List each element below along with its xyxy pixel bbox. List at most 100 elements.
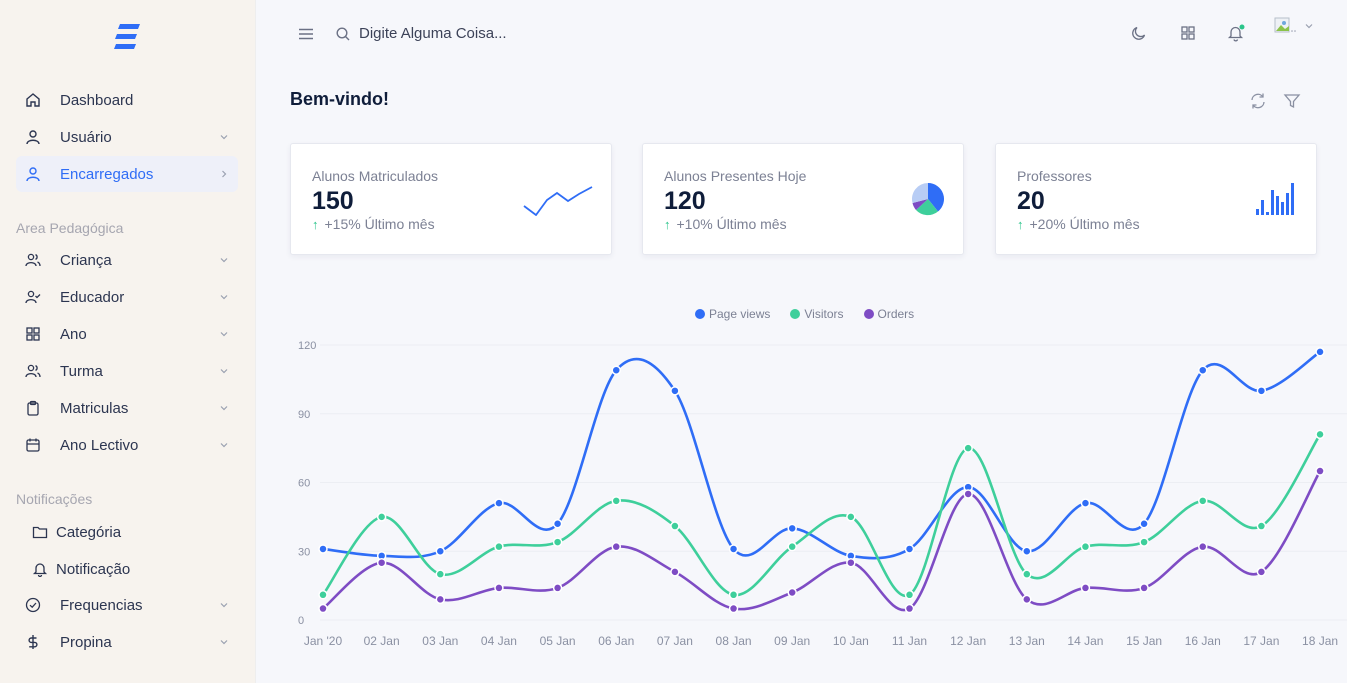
card-delta-text: +10% Último mês: [676, 216, 787, 232]
sidebar-item-propina[interactable]: Propina: [16, 624, 238, 660]
chevron-down-icon: [220, 406, 228, 411]
data-point: [787, 523, 797, 534]
data-point: [1256, 386, 1267, 396]
x-tick-label: 10 Jan: [833, 634, 869, 648]
sidebar-item-turma[interactable]: Turma: [16, 353, 238, 389]
data-point: [494, 583, 504, 593]
data-point: [1198, 365, 1208, 375]
sidebar-item-label: Propina: [60, 633, 112, 651]
data-point: [376, 512, 387, 522]
x-tick-label: 16 Jan: [1185, 634, 1221, 648]
sidebar-item-usuario[interactable]: Usuário: [16, 119, 238, 155]
chevron-down-icon: [220, 295, 228, 300]
sidebar-item-label: Ano: [60, 325, 87, 343]
data-point: [318, 590, 328, 600]
data-point: [1080, 583, 1091, 593]
filter-icon[interactable]: [1282, 91, 1302, 111]
arrow-up-icon: ↑: [1017, 216, 1024, 232]
stat-card-matriculados[interactable]: Alunos Matriculados 150 ↑ +15% Último mês: [290, 143, 612, 255]
data-point: [670, 386, 680, 396]
search-icon: [333, 24, 353, 44]
data-point: [1198, 541, 1208, 552]
sidebar-item-encarregados[interactable]: Encarregados: [16, 156, 238, 192]
data-point: [611, 365, 621, 375]
sidebar-item-label: Ano Lectivo: [60, 436, 139, 454]
y-tick-label: 0: [298, 615, 304, 627]
user-check-icon: [24, 288, 42, 306]
data-point: [846, 512, 856, 522]
data-point: [1256, 567, 1267, 577]
x-tick-label: 12 Jan: [950, 634, 986, 648]
chevron-down-icon[interactable]: [1302, 16, 1316, 36]
data-point: [1022, 594, 1032, 605]
chevron-down-icon: [220, 443, 228, 448]
data-point: [1315, 347, 1325, 357]
chevron-down-icon: [220, 603, 228, 608]
card-delta-text: +20% Último mês: [1029, 216, 1140, 232]
section-title-pedagogica: Area Pedagógica: [16, 220, 124, 236]
x-tick-label: 15 Jan: [1126, 634, 1162, 648]
x-tick-label: 03 Jan: [422, 634, 458, 648]
refresh-icon[interactable]: [1248, 91, 1268, 111]
data-point: [1139, 519, 1149, 529]
avatar[interactable]: [1274, 16, 1302, 36]
grid-icon: [24, 325, 42, 343]
sidebar-item-label: Educador: [60, 288, 125, 306]
x-tick-label: 02 Jan: [364, 634, 400, 648]
chevron-right-icon: [222, 170, 227, 178]
sidebar-item-matriculas[interactable]: Matriculas: [16, 390, 238, 426]
sidebar-item-ano-lectivo[interactable]: Ano Lectivo: [16, 427, 238, 463]
data-point: [1022, 569, 1032, 579]
folder-icon: [32, 524, 48, 540]
apps-icon[interactable]: [1178, 23, 1198, 43]
data-point: [670, 567, 680, 577]
data-point: [846, 557, 856, 568]
stat-card-professores[interactable]: Professores 20 ↑ +20% Último mês: [995, 143, 1317, 255]
sidebar-item-educador[interactable]: Educador: [16, 279, 238, 315]
menu-icon[interactable]: [296, 24, 316, 44]
data-point: [435, 546, 446, 556]
data-point: [1080, 498, 1091, 508]
home-icon: [24, 91, 42, 109]
search-input[interactable]: Digite Alguma Coisa...: [359, 25, 507, 42]
sidebar-item-crianca[interactable]: Criança: [16, 242, 238, 278]
user-icon: [24, 165, 42, 183]
sidebar-item-label: Categória: [56, 523, 122, 541]
sidebar-item-frequencias[interactable]: Frequencias: [16, 587, 238, 623]
x-tick-label: 04 Jan: [481, 634, 517, 648]
data-point: [552, 519, 563, 529]
sidebar-item-ano[interactable]: Ano: [16, 316, 238, 352]
calendar-icon: [24, 436, 42, 454]
app-logo[interactable]: [114, 24, 142, 50]
sidebar-item-label: Encarregados: [60, 165, 154, 183]
data-point: [963, 489, 973, 499]
notification-bell-icon[interactable]: [1226, 23, 1246, 43]
data-point: [787, 541, 797, 552]
card-label: Professores: [1017, 168, 1092, 184]
sidebar-item-dashboard[interactable]: Dashboard: [16, 82, 238, 118]
data-point: [435, 594, 446, 605]
card-label: Alunos Presentes Hoje: [664, 168, 807, 184]
sidebar-item-categoria[interactable]: Categória: [32, 517, 121, 547]
data-point: [1315, 429, 1325, 440]
clipboard-icon: [24, 399, 42, 417]
data-point: [904, 603, 915, 614]
section-title-notificacoes: Notificações: [16, 491, 93, 507]
data-point: [904, 544, 915, 554]
data-point: [728, 603, 739, 614]
data-point: [1315, 466, 1325, 476]
sidebar-item-label: Turma: [60, 362, 103, 380]
sidebar-item-notificacao[interactable]: Notificação: [32, 554, 130, 584]
y-tick-label: 90: [298, 409, 310, 421]
stat-card-presentes[interactable]: Alunos Presentes Hoje 120 ↑ +10% Último m…: [642, 143, 964, 255]
data-point: [376, 557, 387, 568]
data-point: [670, 521, 680, 531]
dollar-icon: [24, 633, 42, 651]
user-icon: [24, 128, 42, 146]
data-point: [787, 587, 797, 598]
data-point: [435, 569, 446, 579]
chevron-down-icon: [220, 369, 228, 374]
data-point: [1256, 521, 1267, 531]
moon-icon[interactable]: [1129, 23, 1149, 43]
y-tick-label: 120: [298, 340, 316, 352]
